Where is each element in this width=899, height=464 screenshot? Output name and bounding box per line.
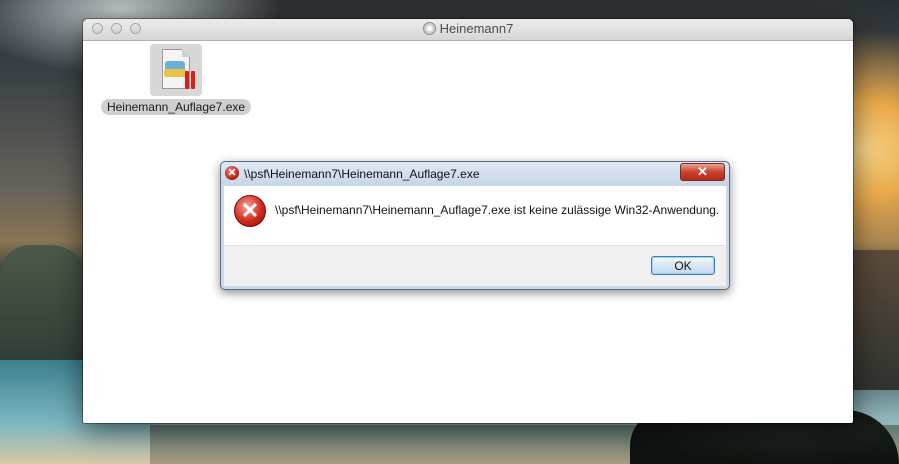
error-icon: ✕ [225,166,239,180]
dialog-body: ✕ \\psf\Heinemann7\Heinemann_Auflage7.ex… [224,186,726,245]
file-item[interactable]: Heinemann_Auflage7.exe [93,44,259,116]
exe-file-icon[interactable] [150,44,202,96]
disk-icon [422,22,436,35]
wallpaper-hill [0,245,90,365]
wallpaper-cliff [853,250,899,390]
ok-button[interactable]: OK [651,256,715,275]
error-dialog: ✕ \\psf\Heinemann7\Heinemann_Auflage7.ex… [220,161,730,290]
file-name-label[interactable]: Heinemann_Auflage7.exe [100,99,252,115]
dialog-titlebar[interactable]: ✕ \\psf\Heinemann7\Heinemann_Auflage7.ex… [221,162,729,186]
dialog-footer: OK [224,245,726,286]
finder-titlebar[interactable]: Heinemann7 [83,19,853,41]
finder-title: Heinemann7 [83,21,853,36]
finder-title-text: Heinemann7 [439,21,514,36]
error-message: \\psf\Heinemann7\Heinemann_Auflage7.exe … [275,203,720,217]
error-icon: ✕ [234,195,266,227]
dialog-title: \\psf\Heinemann7\Heinemann_Auflage7.exe [244,167,480,181]
dialog-close-button[interactable]: ✕ [680,163,725,181]
